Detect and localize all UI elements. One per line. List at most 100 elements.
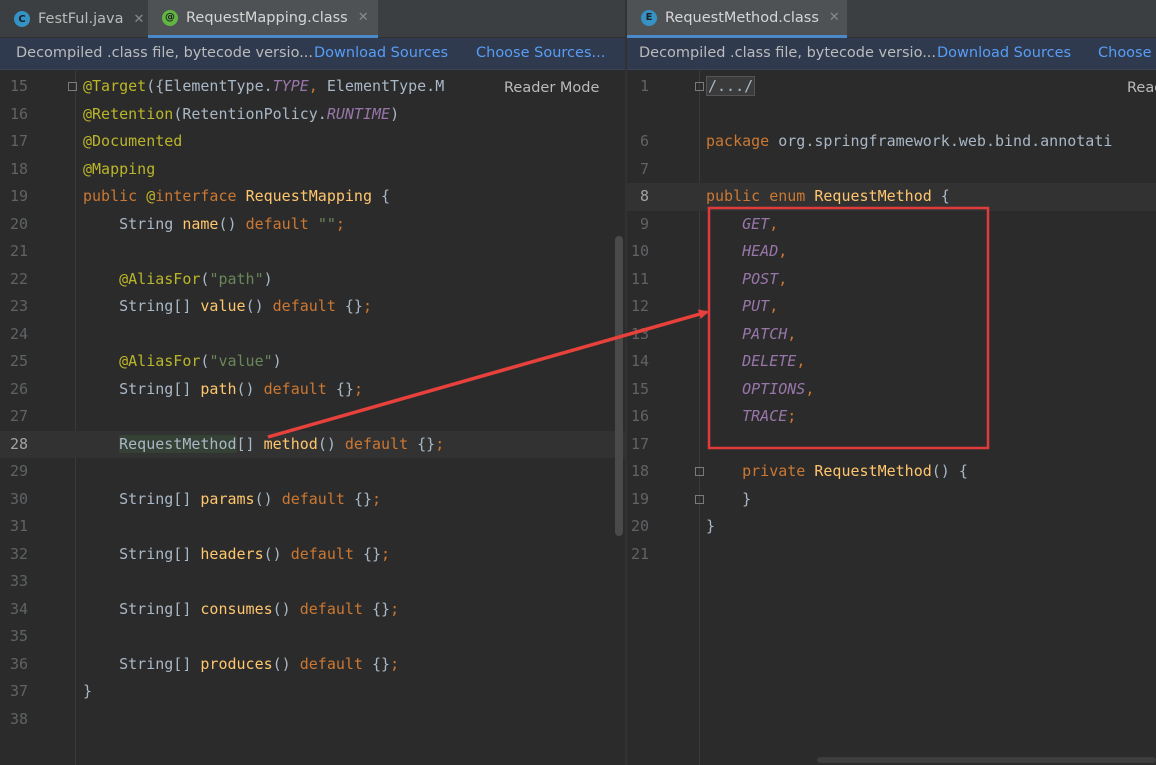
code-line[interactable]: 18 @Mapping xyxy=(0,156,625,184)
code-token: ; xyxy=(390,654,400,673)
code-line[interactable]: 26 String[] path() default {}; xyxy=(0,376,625,404)
horizontal-scrollbar[interactable] xyxy=(817,757,1156,763)
code-token: @ xyxy=(146,187,156,205)
code-token: DELETE xyxy=(706,352,797,370)
fold-marker-icon[interactable] xyxy=(695,467,704,476)
code-editor-left[interactable]: 15 @Target({ElementType.TYPE, ElementType… xyxy=(0,70,625,765)
code-line[interactable]: 19 } xyxy=(627,486,1156,514)
fold-marker-icon[interactable] xyxy=(695,82,704,91)
code-text: @AliasFor("path") xyxy=(83,266,273,294)
code-text: @Retention(RetentionPolicy.RUNTIME) xyxy=(83,101,399,129)
code-line[interactable]: 30 String[] params() default {}; xyxy=(0,486,625,514)
code-line[interactable]: 35 xyxy=(0,623,625,651)
code-editor-right[interactable]: 1 /.../ 6 package org.springframework.web.b… xyxy=(627,70,1156,765)
close-icon[interactable]: ✕ xyxy=(358,10,369,25)
line-number: 23 xyxy=(9,297,28,315)
line-number: 10 xyxy=(630,242,649,260)
line-number: 17 xyxy=(9,132,28,150)
reader-mode-button[interactable]: Reader Mode xyxy=(498,80,606,96)
line-number: 38 xyxy=(9,709,28,728)
line-number: 6 xyxy=(639,132,649,150)
fold-marker-icon[interactable] xyxy=(695,494,704,504)
code-line[interactable]: 22 @AliasFor("path") xyxy=(0,266,625,294)
code-line[interactable]: 36 String[] produces() default {}; xyxy=(0,651,625,679)
code-text: String name() default ""; xyxy=(83,211,345,239)
code-line[interactable]: 29 xyxy=(0,458,625,486)
tab-requestmapping-class[interactable]: @ RequestMapping.class ✕ xyxy=(148,0,378,38)
code-token: ; xyxy=(362,297,372,315)
code-text: HEAD, xyxy=(706,238,787,266)
tab-festful-java[interactable]: C FestFul.java ✕ xyxy=(0,0,148,38)
fold-marker-icon[interactable] xyxy=(68,82,77,91)
code-line[interactable]: 12 PUT, xyxy=(627,293,1156,321)
vertical-scrollbar[interactable] xyxy=(615,236,623,536)
code-text: private RequestMethod() { xyxy=(706,458,968,486)
code-line[interactable] xyxy=(627,101,1156,129)
line-number: 9 xyxy=(639,214,649,233)
code-token: "value" xyxy=(209,352,273,370)
code-line[interactable]: 21 xyxy=(627,541,1156,569)
code-line[interactable]: 23 String[] value() default {}; xyxy=(0,293,625,321)
code-line[interactable]: 24 xyxy=(0,321,625,349)
code-line[interactable]: 28 RequestMethod[] method() default {}; xyxy=(0,430,625,458)
code-text: package org.springframework.web.bind.ann… xyxy=(706,128,1112,156)
code-line[interactable]: 33 xyxy=(0,568,625,596)
code-line[interactable]: 15 OPTIONS, xyxy=(627,376,1156,404)
code-line[interactable]: 27 xyxy=(0,403,625,431)
code-token: {} xyxy=(372,654,391,673)
code-token: () xyxy=(263,544,291,563)
code-token: () xyxy=(317,434,345,453)
code-line[interactable]: 16 @Retention(RetentionPolicy.RUNTIME) xyxy=(0,101,625,129)
code-token: , xyxy=(778,269,788,288)
reader-mode-button[interactable]: Read xyxy=(1121,80,1156,96)
code-line[interactable]: 9 GET, xyxy=(627,211,1156,239)
close-icon[interactable]: ✕ xyxy=(829,10,840,25)
code-line[interactable]: 6 package org.springframework.web.bind.an… xyxy=(627,128,1156,156)
download-sources-link[interactable]: Download Sources xyxy=(937,45,1071,61)
code-line[interactable]: 8 public enum RequestMethod { xyxy=(627,183,1156,211)
code-line[interactable]: 16 TRACE; xyxy=(627,403,1156,431)
code-text: String[] headers() default {}; xyxy=(83,541,390,569)
close-icon[interactable]: ✕ xyxy=(133,12,144,27)
code-line[interactable]: 13 PATCH, xyxy=(627,321,1156,349)
code-line[interactable]: 34 String[] consumes() default {}; xyxy=(0,596,625,624)
download-sources-link[interactable]: Download Sources xyxy=(314,45,448,61)
code-line[interactable]: 17 xyxy=(627,431,1156,459)
code-token: {} xyxy=(417,434,436,453)
code-line[interactable]: 31 xyxy=(0,513,625,541)
code-token: (RetentionPolicy. xyxy=(173,104,327,123)
line-number: 20 xyxy=(9,214,28,233)
code-line[interactable]: 11 POST, xyxy=(627,266,1156,294)
code-line[interactable]: 20} xyxy=(627,513,1156,541)
code-line[interactable]: 37} xyxy=(0,678,625,706)
code-token: String[] xyxy=(83,654,201,673)
code-line[interactable]: 21 xyxy=(0,238,625,266)
code-line[interactable]: 32 String[] headers() default {}; xyxy=(0,541,625,569)
tab-requestmethod-class[interactable]: E RequestMethod.class ✕ xyxy=(627,0,847,38)
code-text: PATCH, xyxy=(706,321,796,349)
code-token: RUNTIME xyxy=(326,104,391,123)
code-text: String[] value() default {}; xyxy=(83,293,372,321)
code-token: () xyxy=(254,489,282,508)
code-line[interactable]: 1 /.../ xyxy=(627,73,1156,101)
code-line[interactable]: 17 @Documented xyxy=(0,128,625,156)
code-line[interactable]: 7 xyxy=(627,156,1156,184)
code-line[interactable]: 38 xyxy=(0,706,625,734)
code-text: PUT, xyxy=(706,293,778,321)
code-token: {} xyxy=(372,599,391,618)
choose-sources-link[interactable]: Choose Sources... xyxy=(476,45,605,61)
code-token: private xyxy=(706,462,815,480)
code-line[interactable]: 10 HEAD, xyxy=(627,238,1156,266)
code-token: params xyxy=(200,489,255,508)
code-token: default xyxy=(245,214,318,233)
code-line[interactable]: 14 DELETE, xyxy=(627,348,1156,376)
line-number: 37 xyxy=(9,682,28,700)
code-line[interactable]: 20 String name() default ""; xyxy=(0,211,625,239)
annotation-file-icon: @ xyxy=(162,9,178,26)
code-line[interactable]: 18 private RequestMethod() { xyxy=(627,458,1156,486)
code-token: ({ElementType. xyxy=(146,77,273,95)
code-line[interactable]: 25 @AliasFor("value") xyxy=(0,348,625,376)
choose-sources-link[interactable]: Choose xyxy=(1098,45,1152,61)
code-line[interactable]: 19 public @interface RequestMapping { xyxy=(0,183,625,211)
